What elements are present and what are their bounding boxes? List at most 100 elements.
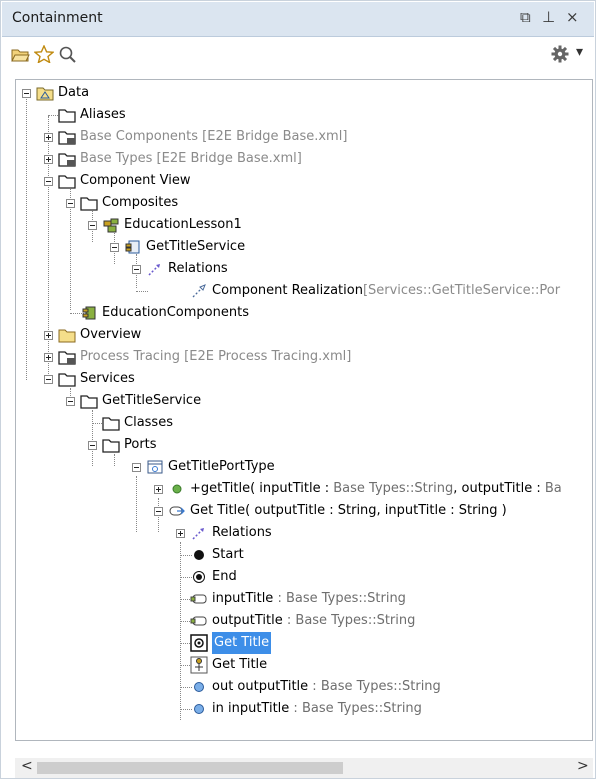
node-label: Get Title bbox=[212, 657, 268, 672]
node-label: Relations bbox=[212, 525, 272, 540]
collapse-toggle[interactable] bbox=[110, 243, 119, 252]
composite-component-icon bbox=[103, 218, 119, 233]
search-icon[interactable] bbox=[58, 45, 78, 63]
close-icon[interactable]: × bbox=[566, 8, 579, 26]
collapse-toggle[interactable] bbox=[88, 441, 97, 450]
object-node-icon bbox=[190, 616, 207, 626]
tree-node-relations[interactable]: Relations bbox=[16, 258, 592, 280]
collapse-toggle[interactable] bbox=[132, 265, 141, 274]
restore-window-icon[interactable]: ⧉ bbox=[520, 8, 531, 26]
open-folder-icon[interactable] bbox=[10, 45, 30, 63]
pin-icon[interactable]: ⊥ bbox=[542, 8, 555, 26]
tree-node-component-view[interactable]: Component View bbox=[16, 170, 592, 192]
tree-node-output-title[interactable]: outputTitle : Base Types::String bbox=[16, 610, 592, 632]
scrollbar-thumb[interactable] bbox=[37, 762, 343, 774]
tree-node-end[interactable]: End bbox=[16, 566, 592, 588]
node-label: GetTitlePortType bbox=[168, 459, 275, 474]
collapse-toggle[interactable] bbox=[66, 397, 75, 406]
tree-node-input-title[interactable]: inputTitle : Base Types::String bbox=[16, 588, 592, 610]
package-shared-icon bbox=[58, 351, 76, 365]
tree-node-process-tracing[interactable]: Process Tracing [E2E Process Tracing.xml… bbox=[16, 346, 592, 368]
tree-node-gettitle-2[interactable]: Get Title bbox=[16, 654, 592, 676]
containment-panel: Containment ⧉ ⊥ × ▾ Data Aliases Base Co… bbox=[0, 0, 596, 779]
component-icon bbox=[82, 306, 96, 320]
tree-node-education-lesson1[interactable]: EducationLesson1 bbox=[16, 214, 592, 236]
node-label: Component View bbox=[80, 173, 191, 188]
node-label: GetTitleService bbox=[102, 393, 202, 408]
node-label: Process Tracing [E2E Process Tracing.xml… bbox=[80, 349, 352, 364]
tree-node-gettitle-activity[interactable]: Get Title( outputTitle : String, inputTi… bbox=[16, 500, 592, 522]
node-label: Get Title( outputTitle : String, inputTi… bbox=[190, 503, 507, 518]
expand-toggle[interactable] bbox=[44, 331, 53, 340]
containment-tree[interactable]: Data Aliases Base Components [E2E Bridge… bbox=[15, 79, 593, 741]
tree-node-in-parameter[interactable]: in inputTitle : Base Types::String bbox=[16, 698, 592, 720]
package-icon bbox=[80, 395, 98, 409]
tree-node-base-components[interactable]: Base Components [E2E Bridge Base.xml] bbox=[16, 126, 592, 148]
tree-node-component-realization[interactable]: Component Realization[Services::GetTitle… bbox=[16, 280, 592, 302]
tree-node-gettitle-selected[interactable]: Get Title bbox=[16, 632, 592, 654]
activity-icon bbox=[169, 506, 185, 516]
node-label: Ports bbox=[124, 437, 157, 452]
expand-toggle[interactable] bbox=[44, 155, 53, 164]
tree-node-overview[interactable]: Overview bbox=[16, 324, 592, 346]
package-shared-icon bbox=[58, 153, 76, 167]
tree-node-services[interactable]: Services bbox=[16, 368, 592, 390]
node-label: Overview bbox=[80, 327, 142, 342]
node-label: Classes bbox=[124, 415, 173, 430]
tree-node-aliases[interactable]: Aliases bbox=[16, 104, 592, 126]
collapse-toggle[interactable] bbox=[88, 221, 97, 230]
tree-node-base-types[interactable]: Base Types [E2E Bridge Base.xml] bbox=[16, 148, 592, 170]
horizontal-scrollbar[interactable]: < > bbox=[15, 758, 593, 778]
collapse-toggle[interactable] bbox=[66, 199, 75, 208]
gear-icon[interactable] bbox=[550, 45, 570, 63]
collapse-toggle[interactable] bbox=[132, 463, 141, 472]
diagram-icon bbox=[190, 656, 208, 674]
parameter-icon bbox=[194, 704, 204, 714]
port-type-icon bbox=[147, 460, 163, 474]
dropdown-arrow-icon[interactable]: ▾ bbox=[576, 44, 583, 60]
expand-toggle[interactable] bbox=[176, 529, 185, 538]
parameter-icon bbox=[194, 682, 204, 692]
tree-node-composites[interactable]: Composites bbox=[16, 192, 592, 214]
expand-toggle[interactable] bbox=[44, 133, 53, 142]
tree-node-classes[interactable]: Classes bbox=[16, 412, 592, 434]
collapse-toggle[interactable] bbox=[22, 89, 31, 98]
collapse-toggle[interactable] bbox=[154, 507, 163, 516]
package-icon bbox=[58, 373, 76, 387]
tree-node-ports[interactable]: Ports bbox=[16, 434, 592, 456]
expand-toggle[interactable] bbox=[44, 353, 53, 362]
tree-node-gettitleservice[interactable]: GetTitleService bbox=[16, 390, 592, 412]
scroll-left-arrow[interactable]: < bbox=[21, 758, 33, 774]
package-shared-icon bbox=[58, 131, 76, 145]
node-label: outputTitle : Base Types::String bbox=[212, 613, 416, 628]
tree-node-gettitle-operation[interactable]: +getTitle( inputTitle : Base Types::Stri… bbox=[16, 478, 592, 500]
package-icon bbox=[58, 109, 76, 123]
node-label: Base Types [E2E Bridge Base.xml] bbox=[80, 151, 302, 166]
tree-node-gettitleservice-component[interactable]: GetTitleService bbox=[16, 236, 592, 258]
scroll-right-arrow[interactable]: > bbox=[577, 758, 589, 774]
node-label: in inputTitle : Base Types::String bbox=[212, 701, 422, 716]
model-icon bbox=[36, 87, 54, 101]
tree-node-start[interactable]: Start bbox=[16, 544, 592, 566]
collapse-toggle[interactable] bbox=[44, 177, 53, 186]
tree-node-education-components[interactable]: EducationComponents bbox=[16, 302, 592, 324]
node-label: inputTitle : Base Types::String bbox=[212, 591, 406, 606]
node-label: Component Realization[Services::GetTitle… bbox=[212, 283, 561, 298]
node-label: out outputTitle : Base Types::String bbox=[212, 679, 441, 694]
expand-toggle[interactable] bbox=[154, 485, 163, 494]
tree-node-gettitleporttype[interactable]: GetTitlePortType bbox=[16, 456, 592, 478]
folder-icon bbox=[58, 329, 76, 343]
relations-icon bbox=[148, 263, 161, 276]
node-label: Start bbox=[212, 547, 244, 562]
operation-icon bbox=[172, 484, 182, 494]
tree-node-relations-2[interactable]: Relations bbox=[16, 522, 592, 544]
tree-node-data[interactable]: Data bbox=[16, 82, 592, 104]
component-part-icon bbox=[125, 240, 140, 254]
node-label: +getTitle( inputTitle : Base Types::Stri… bbox=[190, 481, 562, 496]
star-icon[interactable] bbox=[34, 45, 54, 63]
node-label: Data bbox=[58, 85, 90, 100]
node-label: Aliases bbox=[80, 107, 126, 122]
collapse-toggle[interactable] bbox=[44, 375, 53, 384]
tree-node-out-parameter[interactable]: out outputTitle : Base Types::String bbox=[16, 676, 592, 698]
panel-toolbar: ▾ bbox=[2, 37, 594, 71]
